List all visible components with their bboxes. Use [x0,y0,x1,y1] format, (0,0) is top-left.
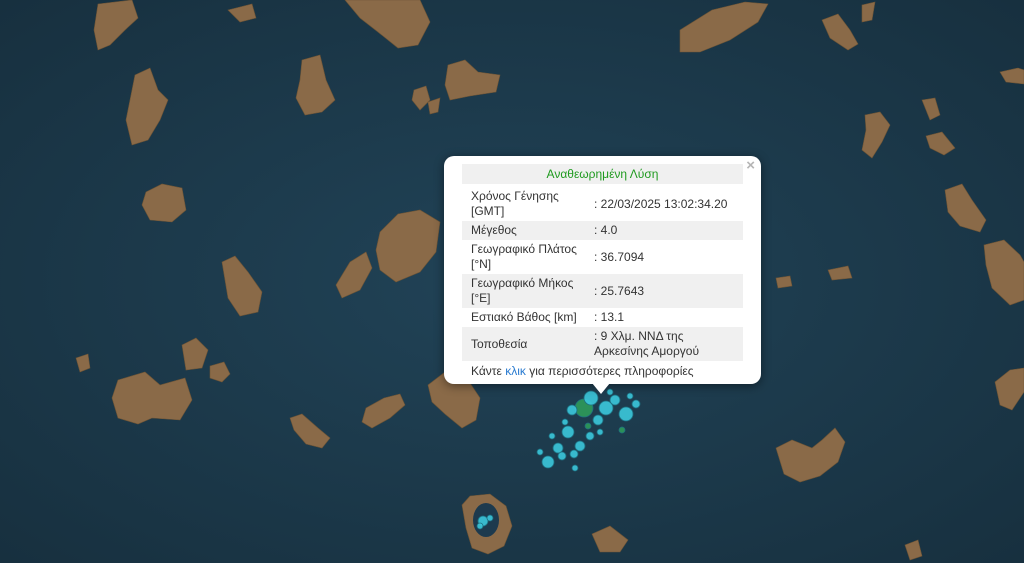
close-icon[interactable]: × [746,158,755,174]
earthquake-marker-icon[interactable] [626,392,634,400]
earthquake-marker-icon[interactable] [486,514,494,522]
earthquake-marker-icon[interactable] [585,431,595,441]
row-label: Γεωγραφικό Μήκος [°E] [462,274,585,308]
earthquake-marker-icon[interactable] [596,428,604,436]
earthquake-marker-icon[interactable] [552,442,564,454]
island [111,371,193,425]
earthquake-info-table: Χρόνος Γένησης [GMT] : 22/03/2025 13:02:… [462,187,743,361]
earthquake-marker-icon[interactable] [548,432,556,440]
row-value: : 4.0 [585,221,743,240]
earthquake-marker-icon[interactable] [541,455,555,469]
earthquake-marker-icon[interactable] [536,448,544,456]
earthquake-marker-icon[interactable] [561,418,569,426]
earthquake-marker-icon[interactable] [574,440,586,452]
earthquake-marker-icon[interactable] [557,451,567,461]
earthquake-marker-icon[interactable] [566,404,578,416]
earthquake-marker-icon[interactable] [476,522,484,530]
row-value: : 25.7643 [585,274,743,308]
row-value: : 22/03/2025 13:02:34.20 [594,196,728,211]
popup-title: Αναθεωρημένη Λύση [462,164,743,184]
table-row: Γεωγραφικό Μήκος [°E] : 25.7643 [462,274,743,308]
earthquake-marker-icon[interactable] [569,449,579,459]
earthquake-marker-icon[interactable] [571,464,579,472]
more-info-suffix: για περισσότερες πληροφορίες [525,364,694,378]
row-value: : 13.1 [594,310,625,324]
more-info-text: Κάντε κλικ για περισσότερες πληροφορίες [462,361,743,382]
row-label: Μέγεθος [462,221,585,240]
more-info-prefix: Κάντε [471,364,506,378]
earthquake-marker-icon[interactable] [592,414,604,426]
row-label: Τοποθεσία [462,327,585,361]
row-value: : 9 Χλμ. ΝΝΔ της Αρκεσίνης Αμοργού [585,327,743,361]
row-label: Γεωγραφικό Πλάτος [°N] [471,242,577,271]
table-row: Μέγεθος : 4.0 [462,221,743,240]
earthquake-marker-icon[interactable] [584,422,592,430]
island [775,275,793,289]
row-label: Χρόνος Γένησης [GMT] [471,189,559,218]
table-row: Τοποθεσία : 9 Χλμ. ΝΝΔ της Αρκεσίνης Αμο… [462,327,743,361]
table-row: Εστιακό Βάθος [km] : 13.1 [462,308,743,327]
earthquake-marker-icon[interactable] [618,426,626,434]
earthquake-info-popup: × Αναθεωρημένη Λύση Χρόνος Γένησης [GMT]… [444,156,761,384]
more-info-link[interactable]: κλικ [505,364,526,378]
table-row: Γεωγραφικό Πλάτος [°N] : 36.7094 [462,240,743,274]
earthquake-marker-icon[interactable] [561,425,575,439]
earthquake-marker-icon[interactable] [609,394,621,406]
earthquake-marker-icon[interactable] [631,399,641,409]
row-value: : 36.7094 [594,249,645,264]
earthquake-marker-icon[interactable] [618,406,634,422]
popup-pointer [592,383,610,394]
table-row: Χρόνος Γένησης [GMT] : 22/03/2025 13:02:… [462,187,743,221]
row-label: Εστιακό Βάθος [km] [471,310,577,324]
